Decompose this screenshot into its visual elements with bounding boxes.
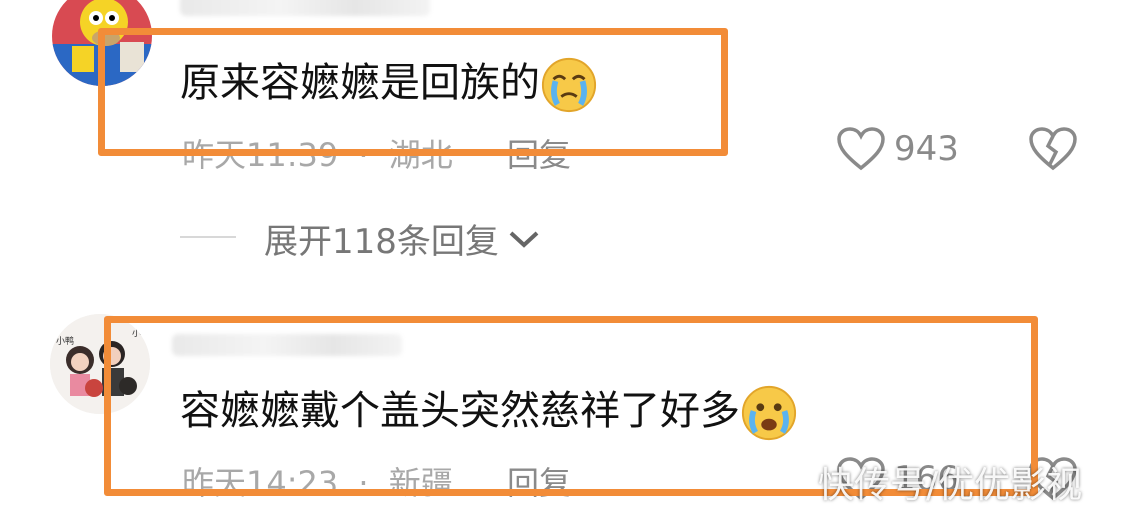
comment-location: 湖北 xyxy=(388,136,453,174)
username-blurred[interactable] xyxy=(180,0,430,16)
comment-time: 昨天14:23 xyxy=(182,464,339,502)
expand-replies-label: 展开118条回复 xyxy=(264,222,499,262)
dislike-button[interactable] xyxy=(1028,126,1078,176)
broken-heart-icon xyxy=(1029,127,1077,171)
like-button[interactable]: 943 xyxy=(836,126,959,172)
avatar-comment-1[interactable] xyxy=(52,0,152,86)
illustrated-avatar-icon: 小易 小鸭 xyxy=(50,314,150,414)
reply-button[interactable]: 回复 xyxy=(507,136,571,174)
comment-body: 容嬷嬷戴个盖头突然慈祥了好多 xyxy=(180,388,740,434)
like-count: 943 xyxy=(894,129,959,169)
reply-button[interactable]: 回复 xyxy=(507,464,571,502)
username-blurred[interactable] xyxy=(172,334,402,356)
avatar-comment-2[interactable]: 小易 小鸭 xyxy=(50,314,150,414)
watermark: 快传号/优优影视 xyxy=(818,465,1083,506)
comment-text: 容嬷嬷戴个盖头突然慈祥了好多 xyxy=(180,384,798,442)
crying-face-emoji-icon xyxy=(741,385,797,441)
svg-text:小易: 小易 xyxy=(132,328,150,339)
expand-divider xyxy=(180,236,236,238)
meta-separator: · xyxy=(358,136,369,174)
comment-text: 原来容嬷嬷是回族的 xyxy=(180,56,598,114)
comment-meta: 昨天11:39 · 湖北 回复 xyxy=(182,130,571,176)
meta-separator: · xyxy=(358,464,369,502)
comment-time: 昨天11:39 xyxy=(182,136,339,174)
crying-face-emoji-icon xyxy=(541,57,597,113)
svg-text:小鸭: 小鸭 xyxy=(56,335,74,347)
expand-replies-button[interactable]: 展开118条回复 xyxy=(264,214,541,263)
comment-meta: 昨天14:23 · 新疆 回复 xyxy=(182,458,571,504)
cartoon-avatar-icon xyxy=(52,0,152,86)
heart-icon xyxy=(837,127,885,171)
comment-body: 原来容嬷嬷是回族的 xyxy=(180,60,540,106)
chevron-down-icon xyxy=(509,231,539,248)
comment-location: 新疆 xyxy=(388,464,453,502)
